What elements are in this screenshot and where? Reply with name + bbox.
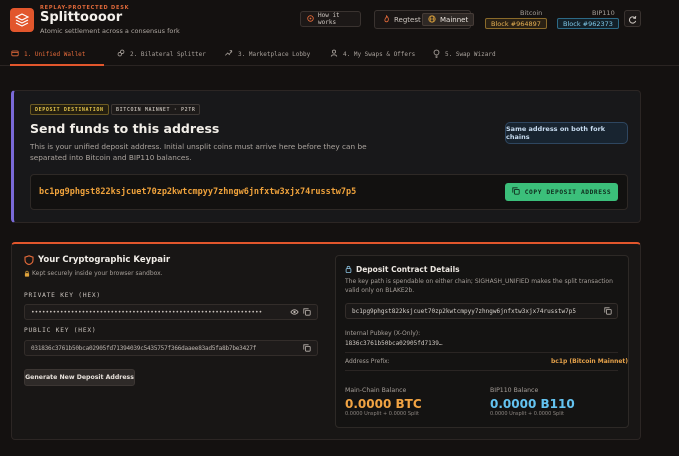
network-regtest-label: Regtest (394, 15, 421, 24)
eye-icon[interactable] (290, 308, 299, 316)
copy-icon[interactable] (303, 344, 311, 352)
refresh-button[interactable] (624, 10, 641, 27)
divider (345, 370, 618, 371)
tab-label: 3. Marketplace Lobby (238, 50, 311, 58)
bip-balance-label: BIP110 Balance (490, 387, 539, 394)
bulb-icon (433, 49, 440, 60)
address-prefix-value: bc1p (Bitcoin Mainnet) (551, 358, 629, 365)
copy-icon (512, 187, 520, 197)
how-it-works-button[interactable]: How it works (300, 11, 361, 27)
brand-tagline: Atomic settlement across a consensus for… (40, 27, 180, 35)
private-key-value: ••••••••••••••••••••••••••••••••••••••••… (31, 309, 263, 316)
tab-bilateral-splitter[interactable]: 2. Bilateral Splitter (117, 42, 206, 66)
bip110-block-badge: Block #962373 (557, 18, 619, 29)
network-mainnet-button[interactable]: Mainnet (422, 13, 475, 26)
wallet-icon (11, 49, 19, 59)
keypair-subtitle: Kept securely inside your browser sandbo… (32, 270, 163, 277)
main-balance-label: Main-Chain Balance (345, 387, 407, 394)
tab-label: 1. Unified Wallet (24, 50, 86, 58)
public-key-field[interactable]: 031836c3761b50bca02905fd71394039c5435757… (24, 340, 318, 356)
private-key-field[interactable]: ••••••••••••••••••••••••••••••••••••••••… (24, 304, 318, 320)
main-tabs: 1. Unified Wallet 2. Bilateral Splitter … (0, 42, 679, 66)
address-prefix-label: Address Prefix: (345, 358, 390, 365)
network-pill: BITCOIN MAINNET · P2TR (111, 104, 201, 115)
internal-pubkey-value: 1836c3761b50bca02905fd7139… (345, 340, 443, 347)
generate-deposit-address-button[interactable]: Generate New Deposit Address (24, 369, 135, 386)
shield-icon (24, 255, 34, 265)
tab-swap-wizard[interactable]: 5. Swap Wizard (433, 42, 496, 66)
tab-label: 5. Swap Wizard (445, 50, 496, 58)
globe-icon (428, 14, 436, 25)
private-key-label: PRIVATE KEY (HEX) (24, 292, 101, 299)
chain-bitcoin-label: Bitcoin (520, 9, 543, 17)
same-address-badge: Same address on both fork chains (505, 122, 628, 144)
network-mainnet-label: Mainnet (440, 15, 469, 24)
contract-description: The key path is spendable on either chai… (345, 278, 613, 294)
contract-title: Deposit Contract Details (356, 265, 460, 274)
contract-address-field[interactable]: bc1pg9phgst822ksjcuet70zp2kwtcmpyy7zhngw… (345, 303, 618, 319)
network-regtest-button[interactable]: Regtest (378, 13, 426, 26)
tab-unified-wallet[interactable]: 1. Unified Wallet (11, 42, 85, 66)
brand-title: Splittoooor (40, 10, 123, 25)
flame-icon (383, 14, 390, 25)
active-tab-indicator (10, 64, 104, 66)
app-header: REPLAY-PROTECTED DESK Splittoooor Atomic… (0, 0, 679, 40)
tab-label: 2. Bilateral Splitter (130, 50, 206, 58)
contract-address: bc1pg9phgst822ksjcuet70zp2kwtcmpyy7zhngw… (352, 308, 576, 315)
lock-icon (24, 270, 30, 277)
main-balance-breakdown: 0.0000 Unsplit + 0.0000 Split (345, 411, 419, 417)
refresh-icon (628, 9, 637, 28)
bip-balance-breakdown: 0.0000 Unsplit + 0.0000 Split (490, 411, 564, 417)
user-icon (330, 49, 338, 59)
copy-deposit-address-label: COPY DEPOSIT ADDRESS (524, 188, 612, 196)
deposit-description: This is your unified deposit address. In… (30, 142, 367, 162)
bip-balance-value: 0.0000 B110 (490, 397, 575, 411)
chain-bip110-label: BIP110 (592, 9, 615, 17)
link-icon (117, 49, 125, 59)
lock-icon (345, 265, 352, 273)
copy-icon[interactable] (604, 307, 612, 315)
copy-deposit-address-button[interactable]: COPY DEPOSIT ADDRESS (505, 183, 618, 201)
deposit-title: Send funds to this address (30, 121, 220, 136)
network-selector: Regtest Mainnet (374, 10, 475, 29)
tab-my-swaps[interactable]: 4. My Swaps & Offers (330, 42, 415, 66)
trend-icon (224, 49, 233, 59)
deposit-destination-pill: DEPOSIT DESTINATION (30, 104, 109, 115)
main-balance-value: 0.0000 BTC (345, 397, 422, 411)
stack-icon (10, 8, 34, 32)
bitcoin-block-badge: Block #964897 (485, 18, 547, 29)
how-it-works-label: How it works (318, 12, 340, 26)
deposit-address[interactable]: bc1pg9phgst822ksjcuet70zp2kwtcmpyy7zhngw… (39, 187, 356, 197)
public-key-label: PUBLIC KEY (HEX) (24, 327, 97, 334)
keypair-title: Your Cryptographic Keypair (38, 255, 171, 265)
tab-label: 4. My Swaps & Offers (343, 50, 416, 58)
lightbulb-icon (307, 14, 314, 24)
tab-marketplace-lobby[interactable]: 3. Marketplace Lobby (224, 42, 310, 66)
copy-icon[interactable] (303, 308, 311, 316)
divider (345, 352, 618, 353)
public-key-value: 031836c3761b50bca02905fd71394039c5435757… (31, 345, 257, 352)
internal-pubkey-label: Internal Pubkey (X-Only): (345, 330, 421, 337)
